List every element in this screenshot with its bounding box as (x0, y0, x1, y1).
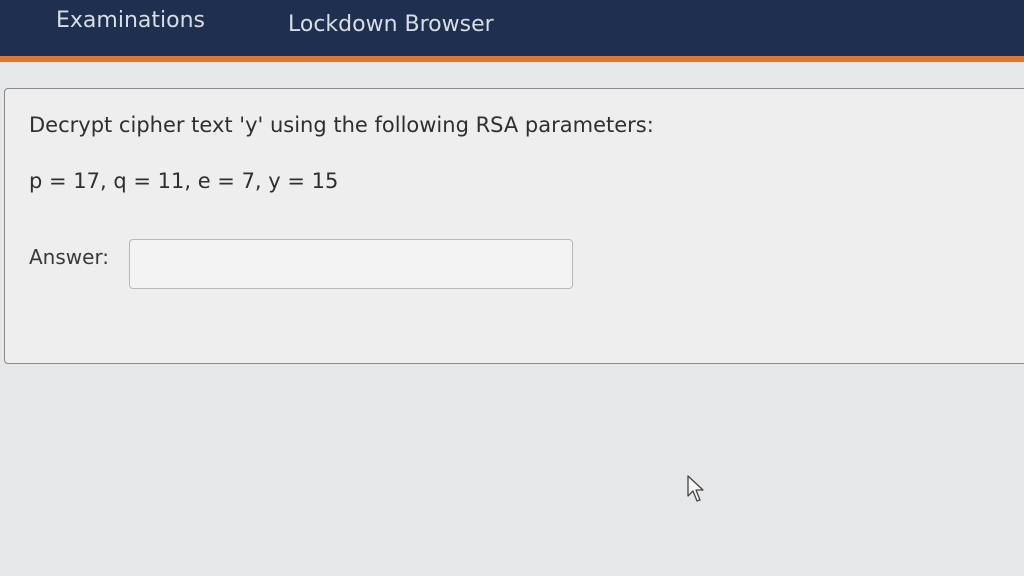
question-parameters: p = 17, q = 11, e = 7, y = 15 (29, 169, 339, 193)
answer-label: Answer: (29, 245, 110, 269)
tab-examinations[interactable]: Examinations (56, 8, 205, 33)
top-navigation-bar: Examinations Lockdown Browser (0, 0, 1024, 56)
mouse-pointer-icon (687, 475, 704, 502)
tab-lockdown-browser[interactable]: Lockdown Browser (288, 12, 494, 37)
header-accent-bar (0, 56, 1024, 62)
question-prompt: Decrypt cipher text 'y' using the follow… (29, 113, 654, 137)
question-panel: Decrypt cipher text 'y' using the follow… (4, 88, 1024, 364)
answer-input[interactable] (129, 239, 573, 289)
